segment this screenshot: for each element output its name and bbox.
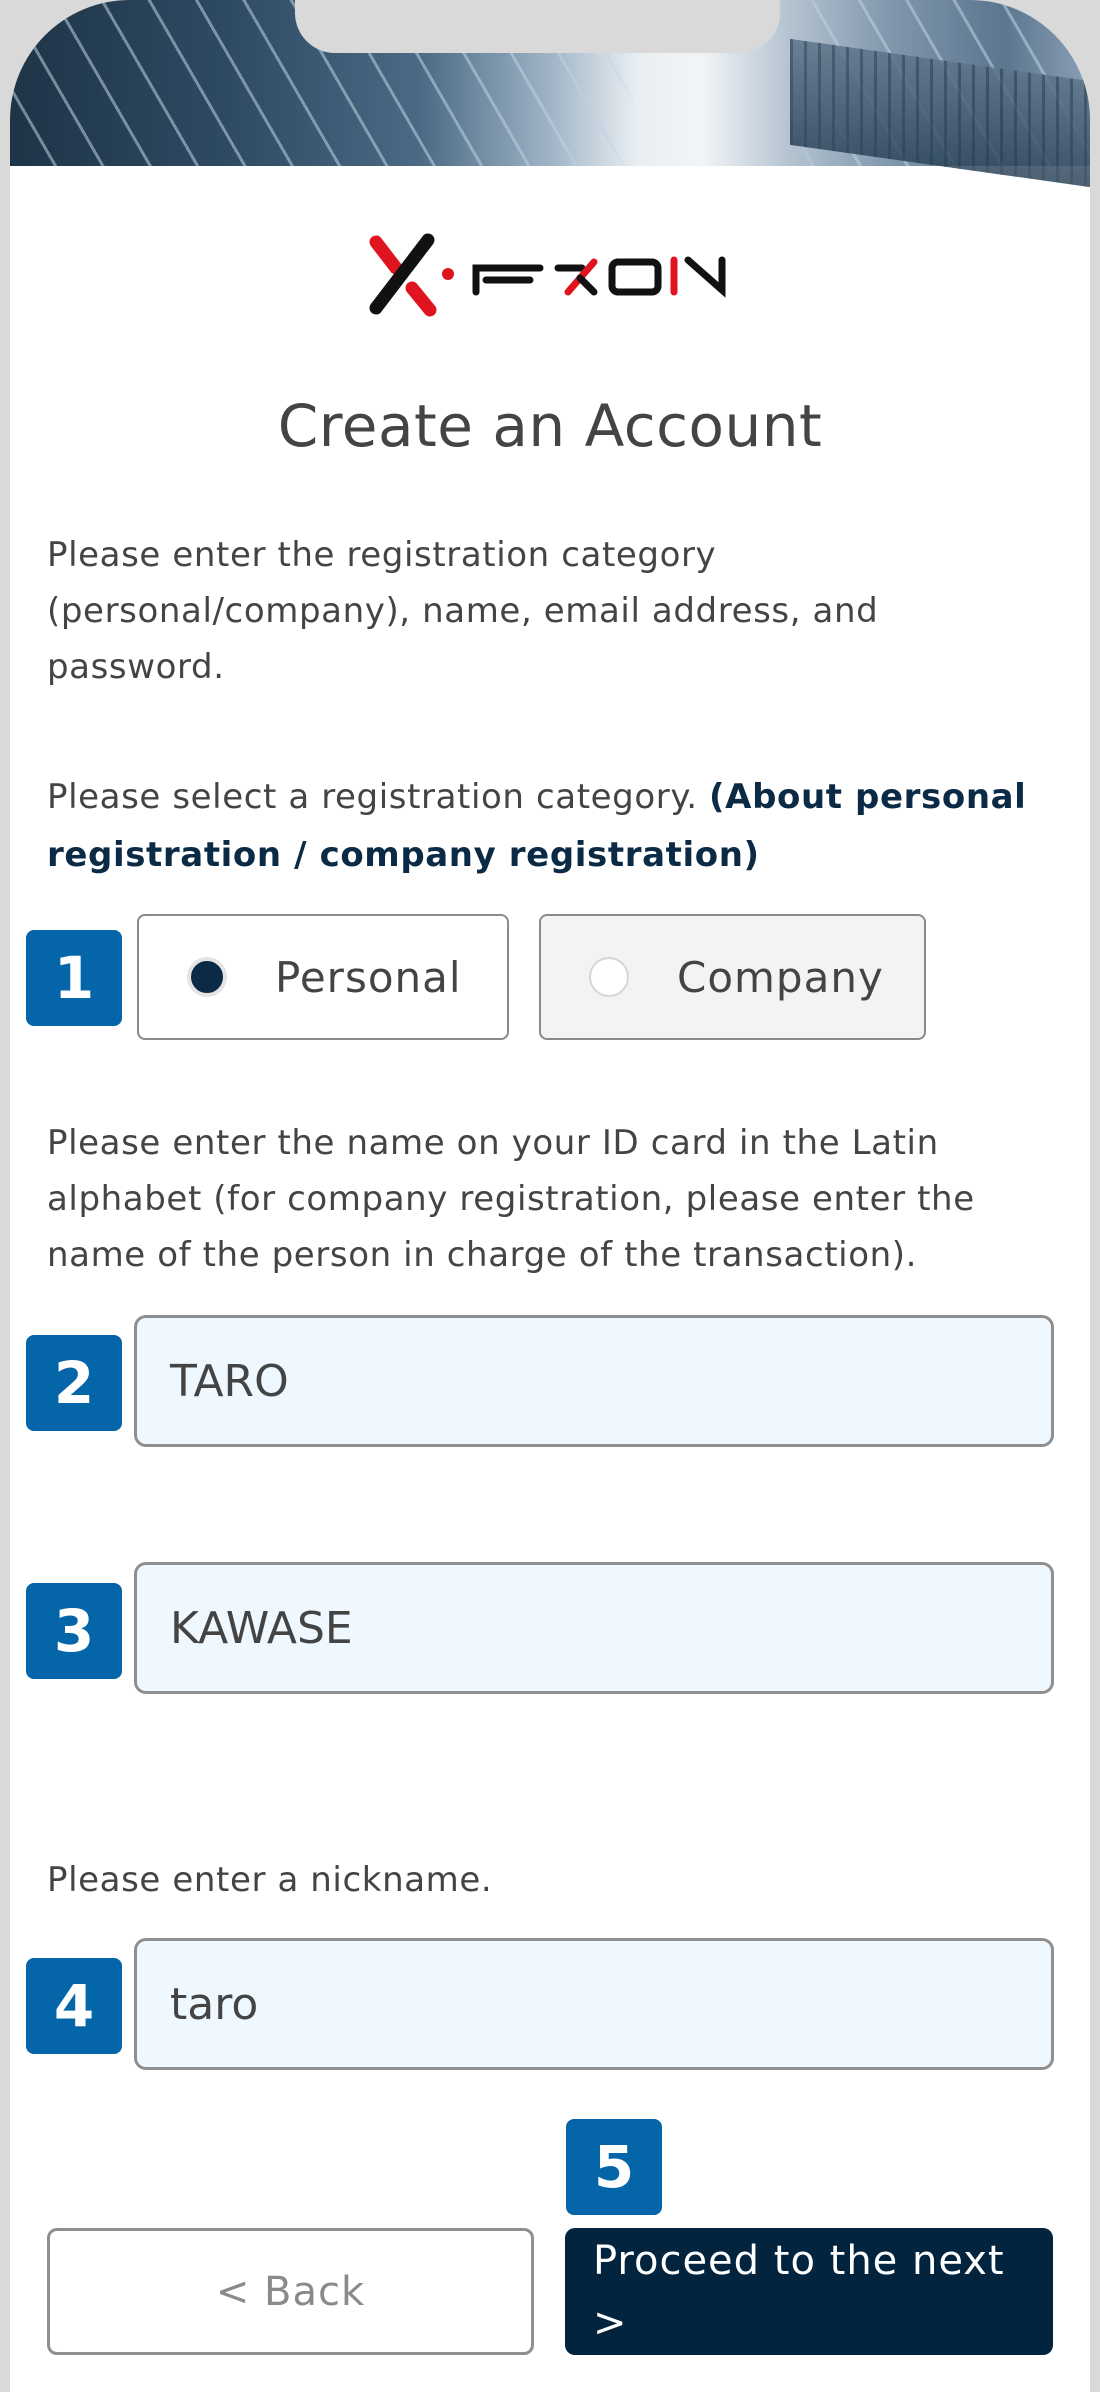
fxon-logo (369, 233, 726, 317)
nickname-input[interactable]: taro (134, 1938, 1054, 2070)
step-badge-4: 4 (26, 1958, 122, 2054)
category-prompt-text: Please select a registration category. (47, 777, 710, 817)
step-badge-3: 3 (26, 1583, 122, 1679)
logo-wordmark (472, 256, 726, 298)
radio-unchecked-icon[interactable] (589, 957, 629, 997)
radio-label-company: Company (677, 952, 884, 1002)
step-badge-2: 2 (26, 1335, 122, 1431)
proceed-next-button[interactable]: Proceed to the next > (565, 2228, 1053, 2355)
back-button[interactable]: < Back (47, 2228, 534, 2355)
last-name-input[interactable]: KAWASE (134, 1562, 1054, 1694)
first-name-input[interactable]: TARO (134, 1315, 1054, 1447)
logo-mark-icon (369, 233, 454, 317)
step-badge-5: 5 (566, 2119, 662, 2215)
name-instruction: Please enter the name on your ID card in… (47, 1123, 975, 1275)
radio-label-personal: Personal (275, 952, 462, 1002)
phone-notch (295, 0, 780, 53)
radio-checked-icon[interactable] (187, 957, 227, 997)
step-badge-1: 1 (26, 930, 122, 1026)
intro-text: Please enter the registration category (… (47, 535, 879, 687)
radio-option-company[interactable]: Company (539, 914, 926, 1040)
nickname-instruction: Please enter a nickname. (47, 1860, 493, 1900)
page-title: Create an Account (277, 392, 823, 460)
phone-screen: Create an Account Please enter the regis… (10, 0, 1090, 2392)
category-prompt: Please select a registration category. (… (47, 768, 1057, 884)
radio-option-personal[interactable]: Personal (137, 914, 509, 1040)
